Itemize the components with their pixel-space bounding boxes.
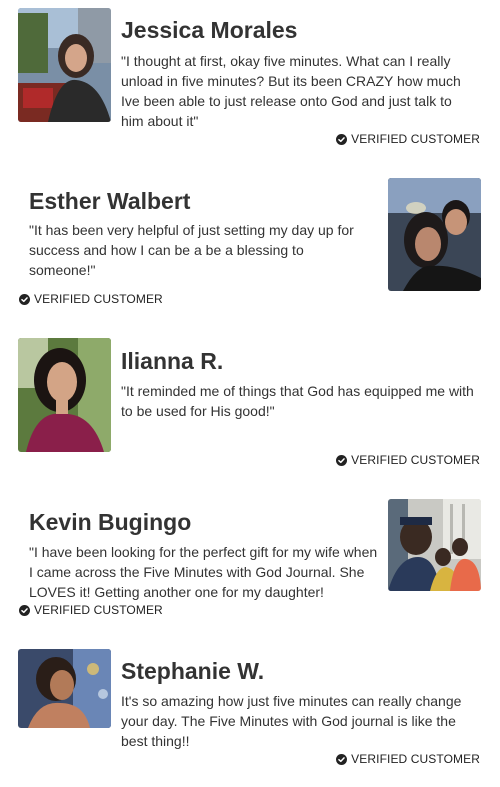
review-quote: "It has been very helpful of just settin…	[29, 222, 354, 278]
verified-label: VERIFIED CUSTOMER	[34, 603, 163, 617]
verified-label: VERIFIED CUSTOMER	[351, 453, 480, 467]
verified-label: VERIFIED CUSTOMER	[351, 752, 480, 766]
review-quote: "I thought at first, okay five minutes. …	[121, 53, 461, 129]
review-quote: "It reminded me of things that God has e…	[121, 383, 474, 419]
woman-selfie-photo	[18, 338, 111, 452]
check-circle-icon	[19, 604, 30, 616]
check-circle-icon	[336, 454, 348, 466]
couple-selfie-photo	[388, 178, 481, 291]
reviewer-name: Esther Walbert	[29, 188, 191, 214]
verified-badge: VERIFIED CUSTOMER	[336, 132, 480, 146]
check-circle-icon	[336, 133, 348, 145]
woman-profile-photo	[18, 649, 111, 728]
reviewer-name: Kevin Bugingo	[29, 509, 192, 535]
check-circle-icon	[336, 753, 348, 765]
check-circle-icon	[19, 293, 30, 305]
woman-portrait-photo	[18, 8, 111, 122]
verified-badge: VERIFIED CUSTOMER	[19, 292, 163, 306]
verified-badge: VERIFIED CUSTOMER	[336, 752, 480, 766]
verified-badge: VERIFIED CUSTOMER	[19, 603, 163, 617]
family-photo	[388, 499, 481, 591]
reviewer-name: Stephanie W.	[121, 658, 265, 684]
verified-badge: VERIFIED CUSTOMER	[336, 453, 480, 467]
verified-label: VERIFIED CUSTOMER	[34, 292, 163, 306]
testimonials-section: Jessica Morales "I thought at first, oka…	[0, 0, 500, 787]
reviewer-name: Jessica Morales	[121, 17, 298, 43]
verified-label: VERIFIED CUSTOMER	[351, 132, 480, 146]
review-quote: It's so amazing how just five minutes ca…	[121, 693, 462, 749]
review-quote: "I have been looking for the perfect gif…	[29, 544, 378, 600]
reviewer-name: Ilianna R.	[121, 348, 224, 374]
